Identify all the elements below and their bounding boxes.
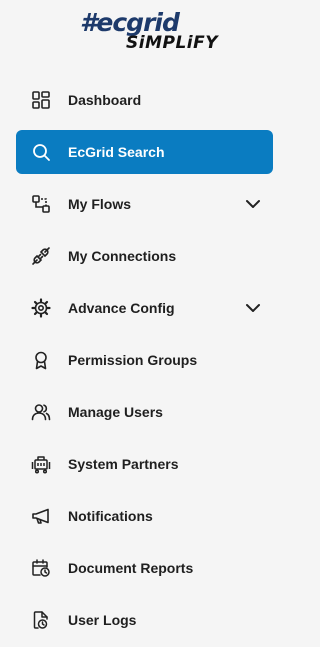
connections-icon <box>30 245 52 267</box>
users-icon <box>30 401 52 423</box>
dashboard-grid-icon <box>30 89 52 111</box>
chevron-down-icon[interactable] <box>243 194 263 214</box>
sidebar-item-label: EcGrid Search <box>68 144 165 160</box>
sidebar-item-my-connections[interactable]: My Connections <box>16 234 273 278</box>
sidebar-item-dashboard[interactable]: Dashboard <box>16 78 273 122</box>
sidebar-item-manage-users[interactable]: Manage Users <box>16 390 273 434</box>
sidebar-item-label: User Logs <box>68 612 137 628</box>
chevron-down-icon[interactable] <box>243 298 263 318</box>
search-icon <box>30 141 52 163</box>
sidebar-item-label: My Flows <box>68 196 132 212</box>
sidebar-item-label: Manage Users <box>68 404 163 420</box>
calendar-clock-icon <box>30 557 52 579</box>
sidebar-item-label: Permission Groups <box>68 352 198 368</box>
badge-icon <box>30 349 52 371</box>
sidebar-item-label: System Partners <box>68 456 179 472</box>
sidebar-item-user-logs[interactable]: User Logs <box>16 598 273 642</box>
sidebar-item-label: Advance Config <box>68 300 175 316</box>
sidebar-item-ecgrid-search[interactable]: EcGrid Search <box>16 130 273 174</box>
brand-logo-line2: SiMPLiFY <box>126 33 219 53</box>
sidebar-item-label: My Connections <box>68 248 177 264</box>
gear-icon <box>30 297 52 319</box>
sidebar-item-notifications[interactable]: Notifications <box>16 494 273 538</box>
sidebar-item-advance-config[interactable]: Advance Config <box>16 286 273 330</box>
sidebar-item-permission-groups[interactable]: Permission Groups <box>16 338 273 382</box>
partners-icon <box>30 453 52 475</box>
brand-logo: #ecgrid SiMPLiFY <box>70 8 220 54</box>
sidebar-item-label: Document Reports <box>68 560 194 576</box>
sidebar-item-system-partners[interactable]: System Partners <box>16 442 273 486</box>
sidebar-item-label: Dashboard <box>68 92 142 108</box>
megaphone-icon <box>30 505 52 527</box>
sidebar-item-document-reports[interactable]: Document Reports <box>16 546 273 590</box>
file-clock-icon <box>30 609 52 631</box>
sidebar-item-my-flows[interactable]: My Flows <box>16 182 273 226</box>
sidebar-item-label: Notifications <box>68 508 153 524</box>
flows-icon <box>30 193 52 215</box>
